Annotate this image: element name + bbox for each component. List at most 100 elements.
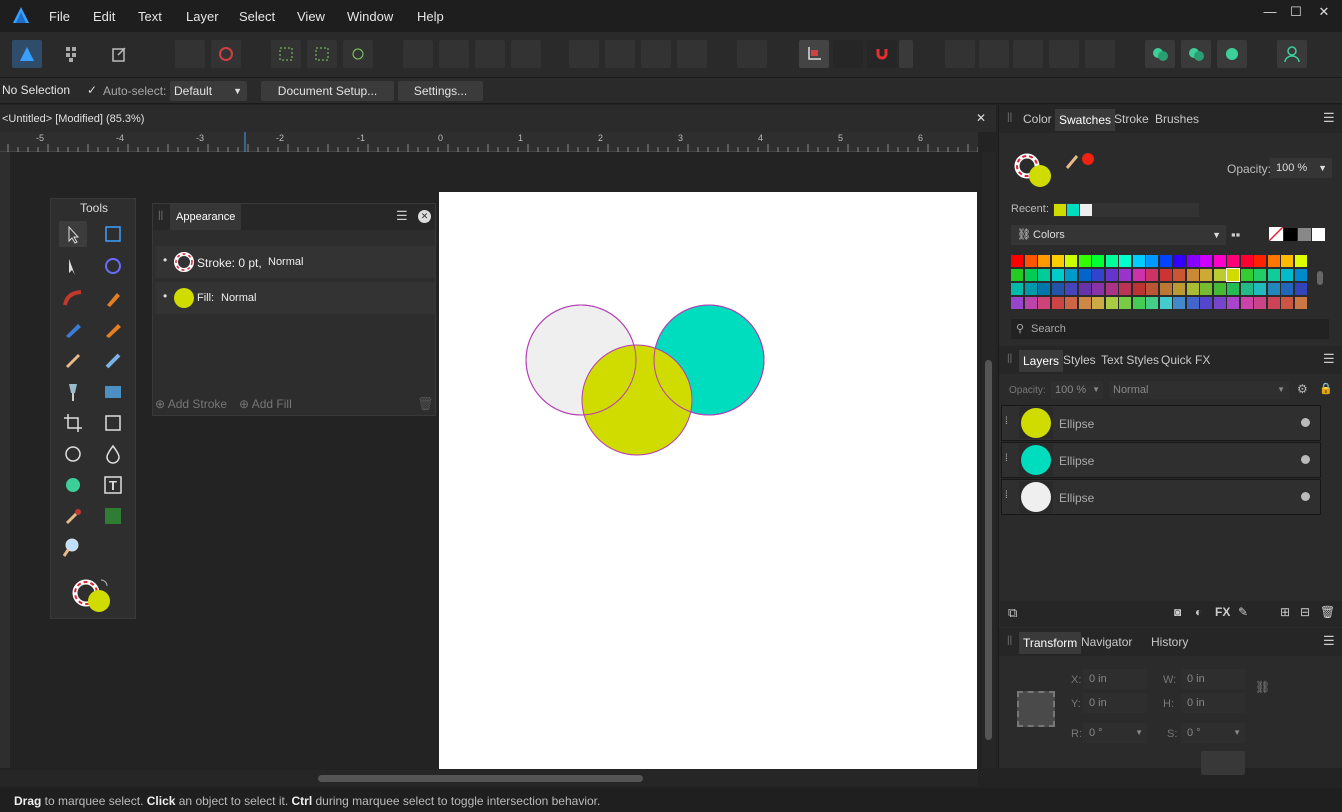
y-field[interactable]: 0 in [1083, 693, 1147, 713]
align-button-3[interactable] [641, 40, 671, 68]
palette-swatch[interactable] [1065, 269, 1077, 281]
gray-swatch[interactable] [1298, 228, 1311, 241]
align-button-4[interactable] [677, 40, 707, 68]
menu-window[interactable]: Window [347, 9, 393, 24]
layers-opacity-dropdown[interactable]: 100 % ▼ [1051, 381, 1103, 399]
export-persona-button[interactable] [104, 40, 134, 68]
r-field[interactable]: 0 ° ▼ [1083, 723, 1147, 743]
snap-grid-button-3[interactable] [343, 40, 373, 68]
palette-swatch[interactable] [1078, 297, 1091, 309]
palette-swatch[interactable] [1011, 283, 1023, 295]
paint-brush-tool[interactable] [59, 347, 87, 373]
panel-menu-icon[interactable]: ☰ [1323, 110, 1335, 126]
link-aspect-icon[interactable]: ⛓ [1255, 680, 1270, 694]
tab-swatches[interactable]: Swatches [1055, 109, 1116, 131]
fill-stroke-selector-icon[interactable] [71, 577, 115, 615]
arrange-button-4[interactable] [511, 40, 541, 68]
close-window-button[interactable]: ✕ [1314, 4, 1334, 22]
palette-swatch[interactable] [1267, 297, 1280, 309]
palette-swatch[interactable] [1186, 255, 1199, 267]
tab-history[interactable]: History [1151, 635, 1188, 649]
drag-handle-icon[interactable]: ⁞ [1005, 416, 1008, 427]
palette-swatch[interactable] [1065, 255, 1077, 267]
panel-grip-icon[interactable]: || [1007, 353, 1012, 364]
palette-swatch[interactable] [1119, 255, 1131, 267]
tab-text-styles[interactable]: Text Styles [1101, 353, 1159, 367]
rectangle-tool[interactable] [99, 410, 127, 436]
palette-swatch[interactable] [1200, 255, 1212, 267]
palette-swatch[interactable] [1173, 269, 1185, 281]
boolean-button-5[interactable] [1085, 40, 1115, 68]
palette-swatch[interactable] [1011, 269, 1023, 281]
palette-swatch[interactable] [1200, 269, 1212, 281]
palette-swatch[interactable] [1173, 255, 1185, 267]
snapping-dropdown-button[interactable] [899, 40, 913, 68]
fill-tool[interactable] [59, 379, 87, 405]
autoselect-dropdown[interactable]: Default ▼ [170, 81, 247, 101]
tab-quick-fx[interactable]: Quick FX [1161, 353, 1210, 367]
trash-icon[interactable]: 🗑 [417, 396, 434, 412]
blend-mode-dropdown[interactable]: Normal ▼ [1109, 381, 1289, 399]
mask-icon[interactable]: ◙ [1174, 605, 1181, 619]
maximize-button[interactable]: ☐ [1286, 4, 1306, 22]
palette-swatch[interactable] [1024, 283, 1037, 295]
palette-swatch[interactable] [1267, 283, 1280, 295]
add-layer-icon[interactable]: ⊞ [1280, 605, 1290, 619]
document-setup-button[interactable]: Document Setup... [261, 81, 394, 101]
palette-swatch[interactable] [1078, 283, 1091, 295]
palette-swatch[interactable] [1105, 255, 1118, 267]
tab-layers[interactable]: Layers [1019, 350, 1064, 372]
appearance-tab[interactable]: Appearance [170, 204, 242, 230]
eyedropper-icon[interactable] [1065, 151, 1095, 171]
boolean-button-1[interactable] [945, 40, 975, 68]
document-page[interactable] [439, 192, 977, 769]
palette-swatch[interactable] [1186, 269, 1199, 281]
boolean-button-4[interactable] [1049, 40, 1079, 68]
visibility-dot-icon[interactable] [1301, 455, 1310, 464]
color-picker-tool[interactable] [59, 503, 87, 529]
minimize-button[interactable]: — [1260, 4, 1280, 22]
menu-layer[interactable]: Layer [186, 9, 219, 24]
palette-swatch[interactable] [1078, 255, 1091, 267]
vector-brush-tool[interactable] [99, 316, 127, 342]
designer-persona-button[interactable] [12, 40, 42, 68]
insert-target-button[interactable] [799, 40, 829, 68]
palette-swatch[interactable] [1132, 269, 1145, 281]
artistic-text-tool[interactable]: T [99, 472, 127, 498]
visibility-dot-icon[interactable] [1301, 418, 1310, 427]
palette-swatch[interactable] [1213, 297, 1226, 309]
copy-layers-icon[interactable]: ⧉ [1008, 605, 1017, 621]
tab-styles[interactable]: Styles [1063, 353, 1096, 367]
palette-swatch[interactable] [1294, 269, 1307, 281]
pen-curve-tool[interactable] [59, 285, 87, 311]
tab-color[interactable]: Color [1023, 112, 1052, 126]
h-field[interactable]: 0 in [1181, 693, 1245, 713]
palette-swatch[interactable] [1294, 297, 1307, 309]
palette-swatch[interactable] [1146, 255, 1158, 267]
adjustment-icon[interactable]: ◐ [1195, 605, 1202, 619]
place-image-tool[interactable] [99, 379, 127, 405]
distribute-button[interactable] [737, 40, 767, 68]
palette-swatch[interactable] [1226, 268, 1240, 282]
palette-swatch[interactable] [1186, 297, 1199, 309]
palette-swatch[interactable] [1267, 255, 1280, 267]
palette-swatch[interactable] [1011, 255, 1023, 267]
shape-op-button-1[interactable] [1145, 40, 1175, 68]
palette-swatch[interactable] [1024, 297, 1037, 309]
palette-swatch[interactable] [1213, 269, 1226, 281]
layer-row[interactable]: ⁞ Ellipse [1001, 479, 1321, 515]
palette-swatch[interactable] [1240, 255, 1253, 267]
layer-row[interactable]: ⁞ Ellipse [1001, 405, 1321, 441]
palette-swatch[interactable] [1119, 297, 1131, 309]
palette-swatch[interactable] [1281, 283, 1293, 295]
palette-swatch[interactable] [1213, 283, 1226, 295]
palette-dropdown[interactable]: ⛓ Colors ▼ [1011, 225, 1226, 245]
palette-swatch[interactable] [1294, 255, 1307, 267]
align-button-2[interactable] [605, 40, 635, 68]
lock-icon[interactable]: 🔒 [1319, 382, 1333, 395]
layer-row[interactable]: ⁞ Ellipse [1001, 442, 1321, 478]
menu-select[interactable]: Select [239, 9, 275, 24]
fill-row[interactable]: • Fill: Normal [155, 282, 435, 314]
vertical-scroll-thumb[interactable] [985, 360, 992, 740]
menu-file[interactable]: File [49, 9, 70, 24]
